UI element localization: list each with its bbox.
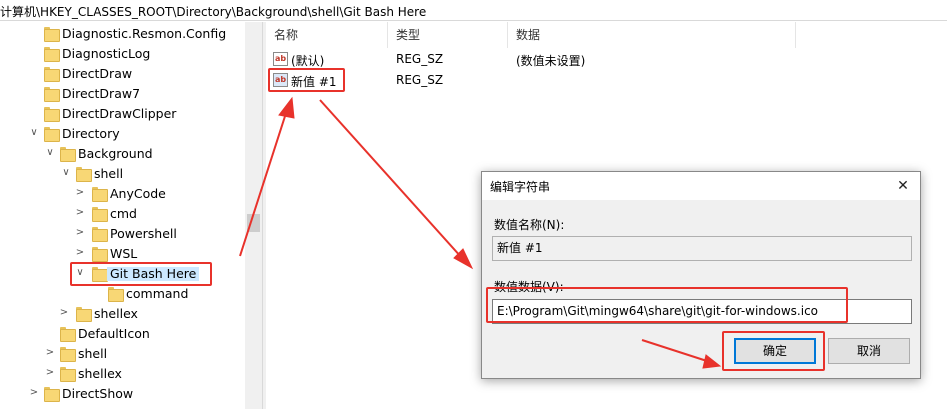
scrollbar-thumb[interactable] (247, 214, 260, 232)
folder-icon (60, 147, 76, 162)
tree-item-background[interactable]: ∨ Background (0, 144, 245, 164)
tree-item-label: DiagnosticLog (62, 46, 151, 61)
chevron-right-icon[interactable]: > (74, 246, 86, 260)
string-value-icon: ab (273, 52, 288, 66)
tree-item-label: Powershell (110, 226, 177, 241)
chevron-icon[interactable] (28, 106, 40, 120)
value-name: (默认) (291, 54, 325, 68)
column-header-name[interactable]: 名称 (266, 22, 388, 48)
value-name-field: 新值 #1 (492, 236, 912, 261)
tree-item-diagnostic-resmon-config[interactable]: Diagnostic.Resmon.Config (0, 24, 245, 44)
folder-icon (60, 347, 76, 362)
tree-item-defaulticon[interactable]: DefaultIcon (0, 324, 245, 344)
tree-item-label: shell (78, 346, 108, 361)
address-bar[interactable]: 计算机\HKEY_CLASSES_ROOT\Directory\Backgrou… (0, 0, 947, 21)
chevron-right-icon[interactable]: > (58, 306, 70, 320)
folder-icon (44, 87, 60, 102)
chevron-right-icon[interactable]: > (74, 206, 86, 220)
value-data: (数值未设置) (516, 54, 586, 68)
folder-icon (108, 287, 124, 302)
tree-item-cmd[interactable]: > cmd (0, 204, 245, 224)
chevron-icon[interactable] (28, 86, 40, 100)
tree-item-label: Directory (62, 126, 120, 141)
tree-item-label: shellex (78, 366, 122, 381)
chevron-icon[interactable] (28, 46, 40, 60)
tree-item-label: cmd (110, 206, 137, 221)
chevron-right-icon[interactable]: > (74, 186, 86, 200)
folder-icon (44, 47, 60, 62)
tree-item-directdraw7[interactable]: DirectDraw7 (0, 84, 245, 104)
tree-item-directdraw[interactable]: DirectDraw (0, 64, 245, 84)
tree-item-label: DefaultIcon (78, 326, 150, 341)
chevron-right-icon[interactable]: > (74, 226, 86, 240)
tree-item-powershell[interactable]: > Powershell (0, 224, 245, 244)
chevron-down-icon[interactable]: ∨ (60, 166, 72, 180)
folder-icon (44, 387, 60, 402)
folder-icon (60, 327, 76, 342)
folder-icon (44, 27, 60, 42)
tree-item-label: DirectDraw (62, 66, 133, 81)
tree-item-anycode[interactable]: > AnyCode (0, 184, 245, 204)
close-icon[interactable]: ✕ (892, 175, 914, 197)
dialog-title: 编辑字符串 (490, 180, 551, 194)
folder-icon (44, 107, 60, 122)
chevron-icon[interactable] (44, 326, 56, 340)
chevron-right-icon[interactable]: > (44, 366, 56, 380)
highlight-ok-button (722, 331, 825, 371)
folder-icon (76, 307, 92, 322)
tree-item-diagnosticlog[interactable]: DiagnosticLog (0, 44, 245, 64)
folder-icon (92, 207, 108, 222)
tree-item-directory[interactable]: ∨ Directory (0, 124, 245, 144)
tree-item-shellex[interactable]: > shellex (0, 304, 245, 324)
dialog-titlebar[interactable]: 编辑字符串 ✕ (482, 172, 920, 200)
highlight-new-value (268, 68, 345, 92)
tree-item-label: Background (78, 146, 153, 161)
tree-item-label: WSL (110, 246, 138, 261)
folder-icon (92, 247, 108, 262)
tree-item-label: command (126, 286, 189, 301)
chevron-right-icon[interactable]: > (44, 346, 56, 360)
registry-tree: Diagnostic.Resmon.Config DiagnosticLog D… (0, 22, 245, 409)
tree-item-shell-2[interactable]: > shell (0, 344, 245, 364)
chevron-right-icon[interactable]: > (28, 386, 40, 400)
chevron-icon[interactable] (90, 286, 102, 300)
folder-icon (92, 187, 108, 202)
tree-item-label: DirectShow (62, 386, 134, 401)
tree-item-label: shell (94, 166, 124, 181)
tree-item-wsl[interactable]: > WSL (0, 244, 245, 264)
tree-item-label: DirectDraw7 (62, 86, 141, 101)
folder-icon (44, 127, 60, 142)
chevron-icon[interactable] (28, 26, 40, 40)
column-header-data[interactable]: 数据 (508, 22, 796, 48)
folder-icon (76, 167, 92, 182)
tree-item-label: shellex (94, 306, 138, 321)
chevron-down-icon[interactable]: ∨ (28, 126, 40, 140)
list-row-new-value[interactable]: ab 新值 #1 REG_SZ (266, 70, 947, 90)
tree-item-shellex-2[interactable]: > shellex (0, 364, 245, 384)
chevron-icon[interactable] (28, 66, 40, 80)
highlight-git-bash-here (70, 262, 212, 286)
value-name-label: 数值名称(N): (494, 218, 565, 232)
folder-icon (44, 67, 60, 82)
cancel-button[interactable]: 取消 (828, 338, 910, 364)
chevron-down-icon[interactable]: ∨ (44, 146, 56, 160)
folder-icon (60, 367, 76, 382)
tree-scrollbar[interactable] (245, 22, 262, 409)
tree-item-directshow[interactable]: > DirectShow (0, 384, 245, 404)
tree-item-shell[interactable]: ∨ shell (0, 164, 245, 184)
address-path: 计算机\HKEY_CLASSES_ROOT\Directory\Backgrou… (0, 5, 427, 19)
value-type: REG_SZ (396, 52, 444, 66)
tree-item-command[interactable]: command (0, 284, 245, 304)
value-type: REG_SZ (396, 73, 444, 87)
list-row-default[interactable]: ab (默认) REG_SZ (数值未设置) (266, 49, 947, 69)
tree-item-label: AnyCode (110, 186, 166, 201)
edit-string-dialog: 编辑字符串 ✕ 数值名称(N): 新值 #1 数值数据(V): E:\Progr… (481, 171, 921, 379)
tree-item-label: Diagnostic.Resmon.Config (62, 26, 227, 41)
folder-icon (92, 227, 108, 242)
column-header-type[interactable]: 类型 (388, 22, 508, 48)
tree-item-label: DirectDrawClipper (62, 106, 177, 121)
highlight-value-data (486, 287, 848, 323)
tree-item-directdrawclipper[interactable]: DirectDrawClipper (0, 104, 245, 124)
